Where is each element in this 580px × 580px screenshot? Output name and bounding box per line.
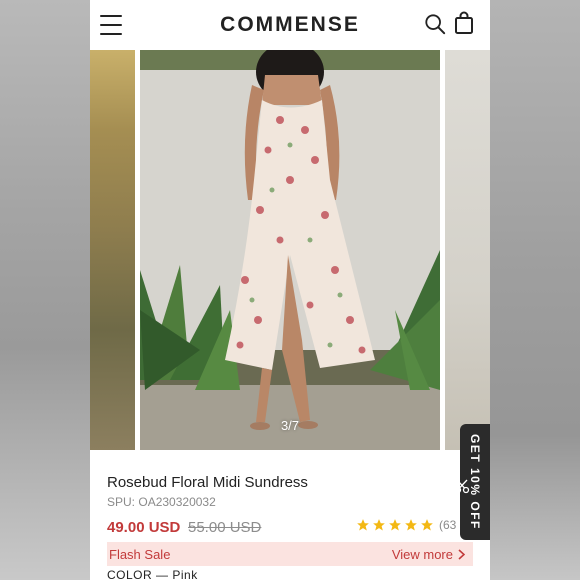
color-label: COLOR [107,568,153,580]
blurred-background-left [0,0,90,580]
view-more-link[interactable]: View more [392,547,465,562]
brand-logo[interactable]: COMMENSE [220,13,360,37]
top-header: COMMENSE [90,0,490,50]
chevron-right-icon [458,548,465,560]
spu-value: OA230320032 [138,495,216,509]
mobile-screen: COMMENSE 3/7 Rosebud Floral Midi Sundres… [90,0,490,580]
hamburger-menu-icon[interactable] [100,15,122,35]
previous-slide-image[interactable] [90,50,135,450]
view-more-label: View more [391,546,453,562]
scissors-icon [454,479,470,494]
star-icon [405,519,417,531]
search-icon[interactable] [424,13,446,35]
review-count[interactable]: (63 [439,518,456,532]
rating-stars[interactable]: (63 [356,518,456,532]
sale-price: 49.00 USD [107,519,181,536]
star-icon [357,519,369,531]
flash-sale-label: Flash Sale [109,546,171,562]
color-value: Pink [172,568,198,580]
color-separator: — [156,568,169,580]
product-photo-illustration [140,50,440,450]
color-selector-label: COLOR — Pink [107,568,198,580]
star-icon [373,519,385,531]
product-photo[interactable] [140,50,440,450]
slide-counter: 3/7 [280,418,300,433]
flash-sale-bar[interactable]: Flash Sale View more [107,542,473,566]
star-icon [389,519,401,531]
next-slide-image[interactable] [445,50,490,450]
discount-tab-label: GET 10% OFF [468,434,482,530]
product-image-carousel[interactable]: 3/7 [90,50,490,450]
spu-label: SPU: [107,495,136,509]
shopping-bag-icon[interactable] [454,11,474,35]
product-spu: SPU: OA230320032 [107,495,216,509]
original-price: 55.00 USD [188,519,262,536]
product-title: Rosebud Floral Midi Sundress [107,474,308,491]
star-icon [421,519,433,531]
blurred-background-right [490,0,580,580]
